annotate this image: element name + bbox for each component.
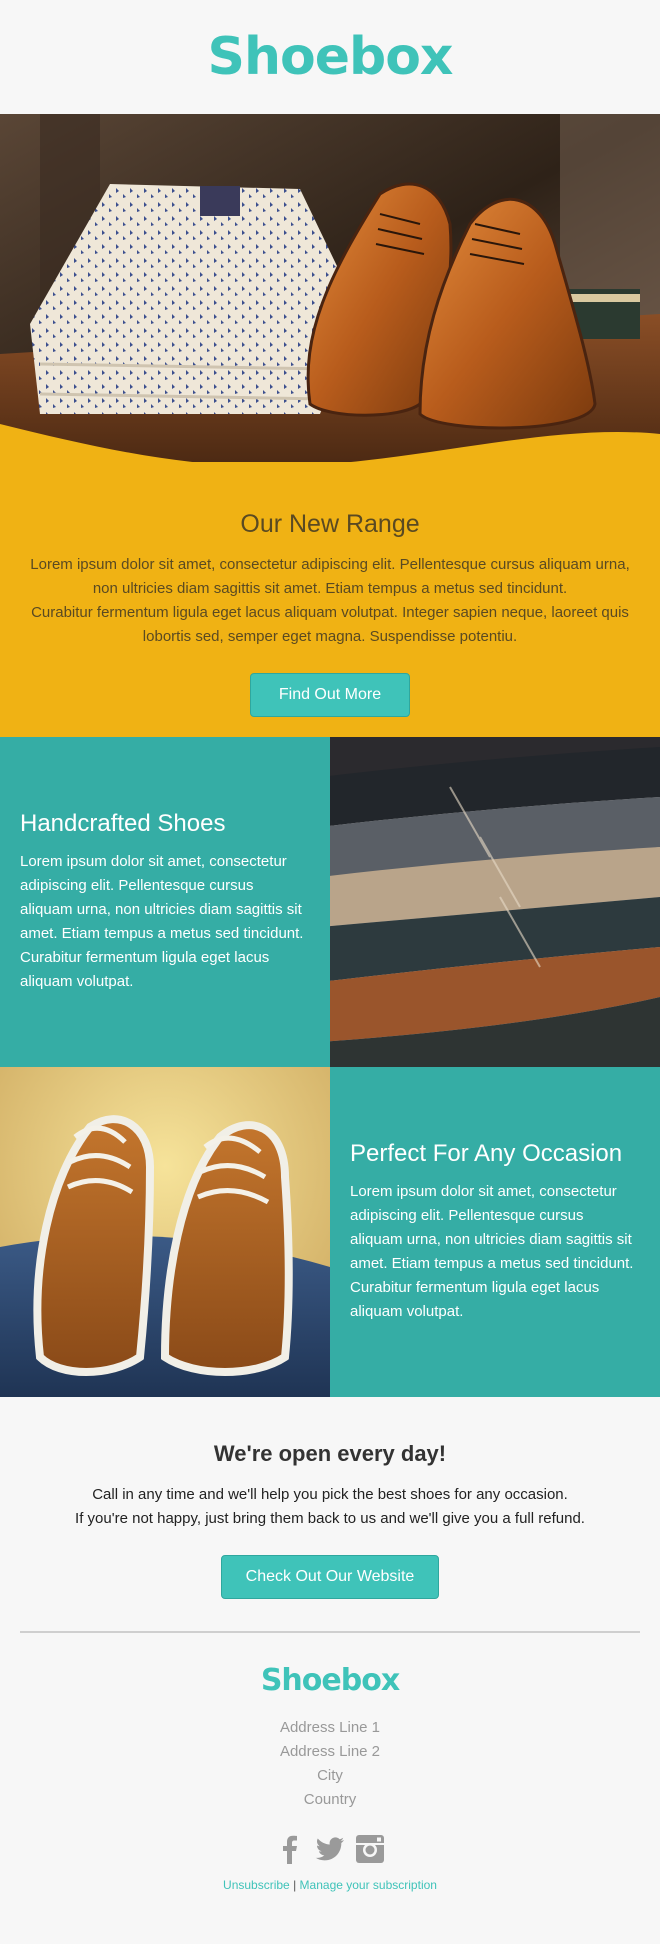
occasion-title: Perfect For Any Occasion	[350, 1140, 623, 1167]
twitter-icon[interactable]	[315, 1834, 345, 1864]
facebook-icon[interactable]	[275, 1834, 305, 1864]
manage-subscription-link[interactable]: Manage your subscription	[300, 1878, 437, 1892]
sneakers-image	[0, 1067, 330, 1397]
handcrafted-title: Handcrafted Shoes	[20, 810, 226, 837]
open-text-1: Call in any time and we'll help you pick…	[92, 1486, 568, 1503]
unsubscribe-link[interactable]: Unsubscribe	[223, 1878, 290, 1892]
handcrafted-text: Lorem ipsum dolor sit amet, consectetur …	[20, 853, 304, 990]
social-links	[0, 1834, 660, 1864]
new-range-section: Our New Range Lorem ipsum dolor sit amet…	[0, 462, 660, 737]
handcrafted-row: Handcrafted Shoes Lorem ipsum dolor sit …	[0, 737, 660, 1067]
range-title: Our New Range	[240, 510, 420, 538]
address-country: Country	[303, 1791, 357, 1808]
open-title: We're open every day!	[213, 1441, 447, 1466]
logo[interactable]: Shoebox	[208, 27, 454, 87]
footer: Shoebox Address Line 1 Address Line 2 Ci…	[0, 1633, 660, 1892]
footer-logo[interactable]: Shoebox	[0, 1663, 660, 1698]
handcrafted-text-block: Handcrafted Shoes Lorem ipsum dolor sit …	[0, 737, 330, 1067]
open-text-2: If you're not happy, just bring them bac…	[75, 1510, 585, 1527]
email-page: Shoebox Our New Range Lorem ipsum dolor …	[0, 0, 660, 1944]
instagram-icon[interactable]	[355, 1834, 385, 1864]
range-text-2: Curabitur fermentum ligula eget lacus al…	[31, 604, 629, 645]
occasion-row: Perfect For Any Occasion Lorem ipsum dol…	[0, 1067, 660, 1397]
occasion-text-block: Perfect For Any Occasion Lorem ipsum dol…	[330, 1067, 660, 1397]
link-separator: |	[293, 1878, 297, 1892]
shoes-row-image	[330, 737, 660, 1067]
range-text-1: Lorem ipsum dolor sit amet, consectetur …	[30, 556, 630, 597]
address-line-2: Address Line 2	[279, 1743, 381, 1760]
footer-links: Unsubscribe | Manage your subscription	[0, 1878, 660, 1892]
address: Address Line 1 Address Line 2 City Count…	[0, 1716, 660, 1812]
check-out-website-button[interactable]: Check Out Our Website	[221, 1555, 439, 1599]
address-city: City	[317, 1767, 343, 1784]
find-out-more-button[interactable]: Find Out More	[250, 673, 410, 717]
header: Shoebox	[0, 0, 660, 114]
address-line-1: Address Line 1	[279, 1719, 381, 1736]
hero-image	[0, 114, 660, 470]
open-every-day-section: We're open every day! Call in any time a…	[0, 1397, 660, 1631]
occasion-text: Lorem ipsum dolor sit amet, consectetur …	[350, 1183, 634, 1320]
